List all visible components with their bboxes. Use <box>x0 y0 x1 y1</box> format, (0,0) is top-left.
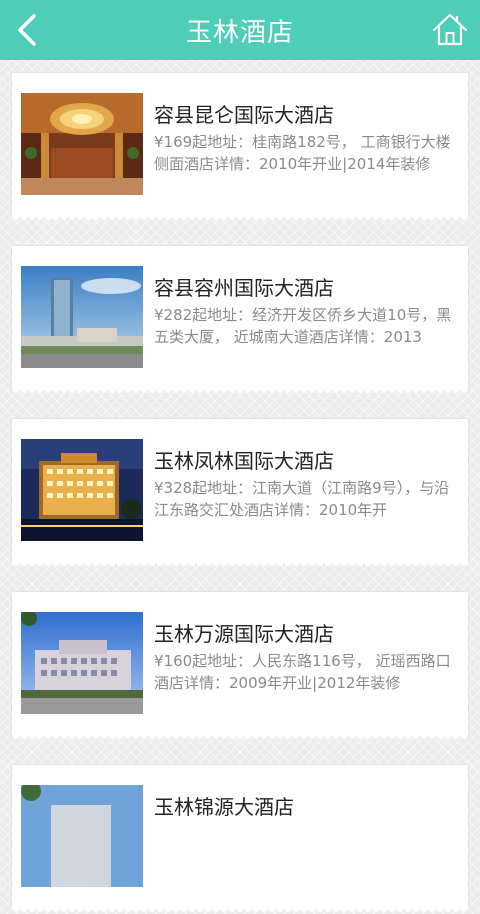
hotel-name: 容县容州国际大酒店 <box>154 276 334 300</box>
hotel-name: 玉林凤林国际大酒店 <box>154 449 334 473</box>
home-button[interactable] <box>430 10 470 50</box>
tower-image <box>21 266 143 368</box>
lobby-image <box>21 93 143 195</box>
app-header: 玉林酒店 <box>0 0 480 60</box>
hotel-exterior-image <box>21 612 143 714</box>
hotel-description: ¥160起地址：人民东路116号， 近瑶西路口酒店详情：2009年开业|2012… <box>154 652 451 692</box>
hotel-name: 玉林锦源大酒店 <box>154 795 294 819</box>
hotel-exterior-image <box>21 785 143 887</box>
hotel-photo <box>21 785 143 887</box>
hotel-photo <box>21 266 143 368</box>
chevron-left-icon <box>18 14 36 46</box>
hotel-card[interactable]: 玉林锦源大酒店 <box>12 765 468 914</box>
hotel-photo <box>21 439 143 541</box>
hotel-name: 玉林万源国际大酒店 <box>154 622 334 646</box>
hotel-description: ¥169起地址：桂南路182号， 工商银行大楼侧面酒店详情：2010年开业|20… <box>154 133 451 173</box>
back-button[interactable] <box>10 8 50 52</box>
hotel-description: ¥282起地址：经济开发区侨乡大道10号，黑五类大厦， 近城南大道酒店详情：20… <box>154 306 452 346</box>
hotel-photo <box>21 612 143 714</box>
hotel-name: 容县昆仑国际大酒店 <box>154 103 334 127</box>
hotel-description <box>154 823 460 869</box>
hotel-card[interactable]: 容县容州国际大酒店 ¥282起地址：经济开发区侨乡大道10号，黑五类大厦， 近城… <box>12 246 468 395</box>
hotel-card[interactable]: 玉林万源国际大酒店 ¥160起地址：人民东路116号， 近瑶西路口酒店详情：20… <box>12 592 468 741</box>
home-icon <box>432 13 468 46</box>
hotel-card[interactable]: 玉林凤林国际大酒店 ¥328起地址：江南大道（江南路9号），与沿江东路交汇处酒店… <box>12 419 468 568</box>
night-hotel-image <box>21 439 143 541</box>
hotel-card[interactable]: 容县昆仑国际大酒店 ¥169起地址：桂南路182号， 工商银行大楼侧面酒店详情：… <box>12 73 468 222</box>
hotel-photo <box>21 93 143 195</box>
page-title: 玉林酒店 <box>185 17 294 48</box>
hotel-description: ¥328起地址：江南大道（江南路9号），与沿江东路交汇处酒店详情：2010年开 <box>154 479 450 519</box>
